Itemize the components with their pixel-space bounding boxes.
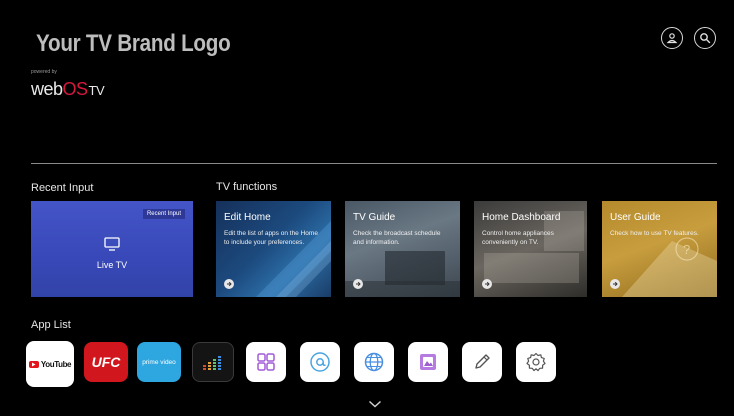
svg-text:?: ? [683,242,690,257]
tv-icon [104,237,120,251]
youtube-logo: YouTube [28,359,72,369]
live-tv-label: Live TV [96,260,128,270]
play-icon [28,360,39,368]
search-icon [700,33,711,44]
globe-icon [364,352,384,372]
home-dashboard-card[interactable]: Home Dashboard Control home appliances c… [474,201,587,297]
tv-functions-heading: TV functions [216,181,278,193]
card-title: Home Dashboard [482,212,561,223]
prime-video-label: prime video [142,358,176,366]
ufc-app[interactable]: UFC [84,342,128,382]
card-title: Edit Home [224,212,271,223]
card-description: Control home appliances conveniently on … [482,230,554,246]
search-button[interactable] [694,27,716,49]
grid-icon [257,353,275,371]
tv-guide-card[interactable]: TV Guide Check the broadcast schedule an… [345,201,460,297]
prime-video-app[interactable]: prime video [137,342,181,382]
ufc-label: UFC [91,354,121,370]
webos-web: web [31,79,63,99]
webos-tv: TV [88,83,105,98]
card-description: Check how to use TV features. [610,230,699,237]
app-list-heading: App List [31,319,71,331]
apps-app[interactable] [246,342,286,382]
web-browser-app[interactable] [354,342,394,382]
edit-home-card[interactable]: Edit Home Edit the list of apps on the H… [216,201,331,297]
at-icon [310,352,330,372]
pencil-icon [475,354,490,369]
card-description: Check the broadcast schedule and informa… [353,230,441,246]
edit-app[interactable] [462,342,502,382]
equalizer-icon [203,356,221,370]
youtube-app[interactable]: YouTube [26,341,74,387]
profile-icon [666,33,678,44]
arrow-right-icon [353,279,363,289]
header-divider [31,163,717,164]
arrow-right-icon [482,279,492,289]
webos-os: OS [62,79,89,99]
card-title: User Guide [610,212,661,223]
gear-icon [526,352,546,372]
music-app[interactable] [192,342,234,382]
brand-logo: Your TV Brand Logo [36,30,231,57]
card-description: Edit the list of apps on the Home to inc… [224,230,318,246]
arrow-right-icon [224,279,234,289]
arrow-right-icon [610,279,620,289]
gallery-app[interactable] [408,342,448,382]
settings-app[interactable] [516,342,556,382]
youtube-label: YouTube [40,359,72,369]
recent-input-badge: Recent Input [142,209,185,219]
user-guide-card[interactable]: ? User Guide Check how to use TV feature… [602,201,717,297]
chevron-down-icon[interactable] [368,400,382,408]
profile-button[interactable] [661,27,683,49]
home-hub-app[interactable] [300,342,340,382]
webos-tv-logo: webOSTV [31,79,105,100]
recent-input-heading: Recent Input [31,182,94,194]
powered-by-label: powered by [31,69,57,75]
card-title: TV Guide [353,212,396,223]
photo-icon [420,354,436,370]
live-tv-card[interactable]: Recent Input Live TV [31,201,193,297]
